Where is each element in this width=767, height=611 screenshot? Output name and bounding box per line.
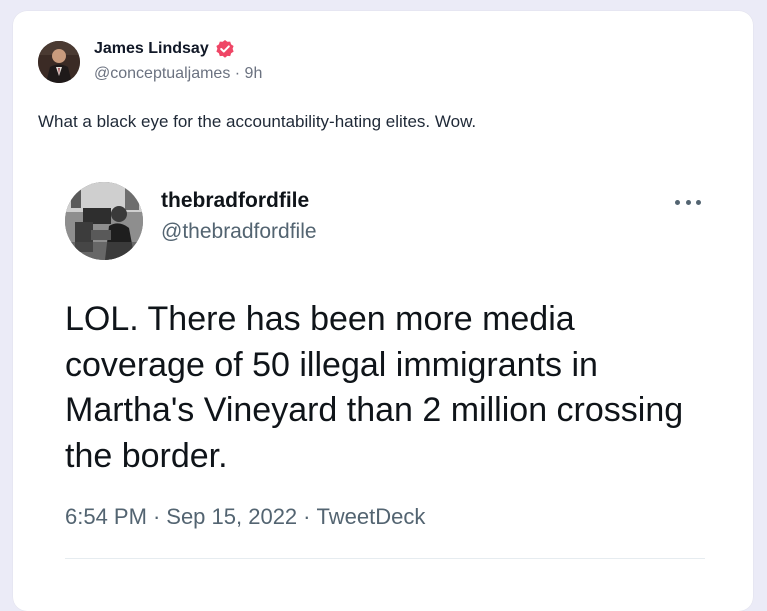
author-avatar[interactable] xyxy=(38,41,80,83)
more-dot-icon xyxy=(685,199,691,205)
verified-badge-icon xyxy=(215,39,235,59)
embedded-meta: 6:54 PM · Sep 15, 2022 · TweetDeck xyxy=(65,504,425,530)
post-time[interactable]: 9h xyxy=(245,65,263,82)
embedded-name[interactable]: thebradfordfile xyxy=(161,189,317,213)
post-text: What a black eye for the accountability-… xyxy=(38,112,477,131)
meta-separator: · xyxy=(234,65,241,82)
more-options-icon[interactable] xyxy=(675,195,701,209)
embedded-handle[interactable]: @thebradfordfile xyxy=(161,220,317,244)
embedded-date[interactable]: Sep 15, 2022 xyxy=(166,504,297,529)
divider xyxy=(65,558,705,559)
post-header: James Lindsay @conceptualjames · 9h xyxy=(38,39,262,83)
embedded-time[interactable]: 6:54 PM xyxy=(65,504,147,529)
post-card: James Lindsay @conceptualjames · 9h What… xyxy=(13,11,753,611)
author-name-row: James Lindsay xyxy=(94,39,262,59)
more-dot-icon xyxy=(696,199,701,205)
author-info: James Lindsay @conceptualjames · 9h xyxy=(94,39,262,83)
more-dot-icon xyxy=(675,199,680,205)
meta-separator: · xyxy=(152,504,161,529)
author-handle[interactable]: @conceptualjames xyxy=(94,65,230,82)
author-handle-row: @conceptualjames · 9h xyxy=(94,65,262,83)
embedded-text: LOL. There has been more media coverage … xyxy=(65,300,684,475)
author-name[interactable]: James Lindsay xyxy=(94,40,209,58)
embedded-source[interactable]: TweetDeck xyxy=(317,504,426,529)
embedded-user-info: thebradfordfile @thebradfordfile xyxy=(161,189,317,244)
meta-separator: · xyxy=(303,504,311,529)
embedded-avatar[interactable] xyxy=(65,182,143,260)
